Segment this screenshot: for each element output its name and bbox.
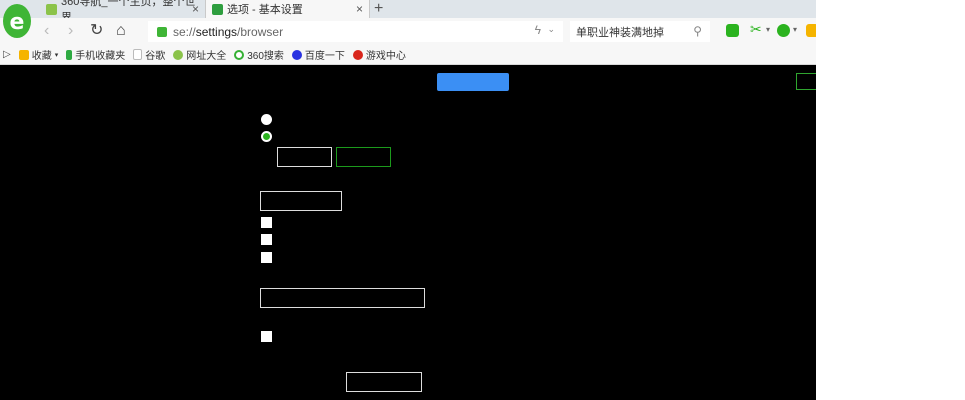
browser-logo-icon[interactable]: e xyxy=(2,2,32,40)
green-outlined-button[interactable] xyxy=(336,147,391,167)
bookmark-google[interactable]: 谷歌 xyxy=(133,47,165,62)
chat-icon[interactable] xyxy=(726,24,739,37)
translate-icon[interactable] xyxy=(777,24,790,37)
search-box[interactable]: 单职业神装满地掉 ⚲ xyxy=(570,21,710,42)
baidu-icon xyxy=(291,49,302,60)
speed-lightning-icon[interactable]: ϟ xyxy=(535,23,541,37)
scissors-dropdown-icon[interactable]: ▾ xyxy=(766,25,770,34)
text-field-wide[interactable] xyxy=(260,288,425,308)
url-text: se://settings/browser xyxy=(173,24,284,39)
bookmark-mobile-favorites[interactable]: 手机收藏夹 xyxy=(66,47,125,62)
checkbox-3[interactable] xyxy=(261,252,272,263)
360-nav-favicon-icon xyxy=(46,3,57,15)
chevron-down-icon[interactable]: ⌄ xyxy=(547,24,555,35)
radio-option-1[interactable] xyxy=(261,114,272,125)
game-icon xyxy=(352,49,363,60)
checkbox-1[interactable] xyxy=(261,217,272,228)
bookmark-360-search[interactable]: 360搜索 xyxy=(234,47,284,62)
bookmark-site-directory[interactable]: 网址大全 xyxy=(173,47,226,62)
address-bar[interactable]: se://settings/browser ϟ ⌄ xyxy=(148,21,563,42)
search-icon[interactable]: ⚲ xyxy=(693,24,702,38)
search-suggestion-text: 单职业神装满地掉 xyxy=(576,26,664,39)
page-icon xyxy=(133,49,143,60)
outlined-button[interactable] xyxy=(346,372,422,392)
browser-window: 360导航_一个主页，整个世界 × 选项 - 基本设置 × + e ‹ › ↻ … xyxy=(0,0,816,400)
translate-dropdown-icon[interactable]: ▾ xyxy=(793,25,797,34)
tab-close-icon[interactable]: × xyxy=(356,2,363,16)
tab-title: 选项 - 基本设置 xyxy=(227,4,303,16)
phone-icon xyxy=(66,49,73,60)
bookmarks-bar: ▷ 收藏 ▾ 手机收藏夹 谷歌 网址大全 360搜索 百度一下 游戏中心 xyxy=(0,45,816,65)
checkbox-4[interactable] xyxy=(261,331,272,342)
star-icon xyxy=(18,49,29,60)
svg-text:e: e xyxy=(10,10,25,35)
bookmark-favorites[interactable]: 收藏 ▾ xyxy=(18,47,59,62)
new-tab-plus-icon[interactable]: + xyxy=(374,0,383,18)
tab-settings[interactable]: 选项 - 基本设置 × xyxy=(205,0,370,18)
reload-icon[interactable]: ↻ xyxy=(90,21,103,41)
secure-shield-icon xyxy=(157,26,167,37)
tab-360-nav[interactable]: 360导航_一个主页，整个世界 × xyxy=(40,0,205,24)
home-icon[interactable]: ⌂ xyxy=(116,21,126,41)
back-arrow-icon[interactable]: ‹ xyxy=(44,21,49,41)
text-input[interactable] xyxy=(277,147,332,167)
scissors-icon[interactable]: ✂ xyxy=(750,21,762,38)
primary-action-button[interactable] xyxy=(437,73,509,91)
radio-option-2[interactable] xyxy=(261,131,272,142)
settings-page-content xyxy=(0,65,816,400)
navigation-bar: ‹ › ↻ ⌂ se://settings/browser ϟ ⌄ 单职业神装满… xyxy=(0,18,816,45)
checkbox-2[interactable] xyxy=(261,234,272,245)
chevron-down-icon: ▾ xyxy=(54,51,59,59)
tab-bar: 360导航_一个主页，整个世界 × 选项 - 基本设置 × + xyxy=(0,0,816,24)
search-360-icon xyxy=(234,49,245,60)
bookmark-baidu[interactable]: 百度一下 xyxy=(291,47,345,62)
tab-close-icon[interactable]: × xyxy=(192,2,199,16)
extension-icon[interactable] xyxy=(806,24,816,37)
select-box[interactable] xyxy=(260,191,342,211)
green-outlined-button[interactable] xyxy=(796,73,816,90)
bookmark-game-center[interactable]: 游戏中心 xyxy=(352,47,406,62)
forward-arrow-icon[interactable]: › xyxy=(68,21,73,41)
sidebar-toggle-icon[interactable]: ▷ xyxy=(3,49,11,60)
settings-wrench-favicon-icon xyxy=(212,3,223,15)
360-icon xyxy=(173,49,184,60)
